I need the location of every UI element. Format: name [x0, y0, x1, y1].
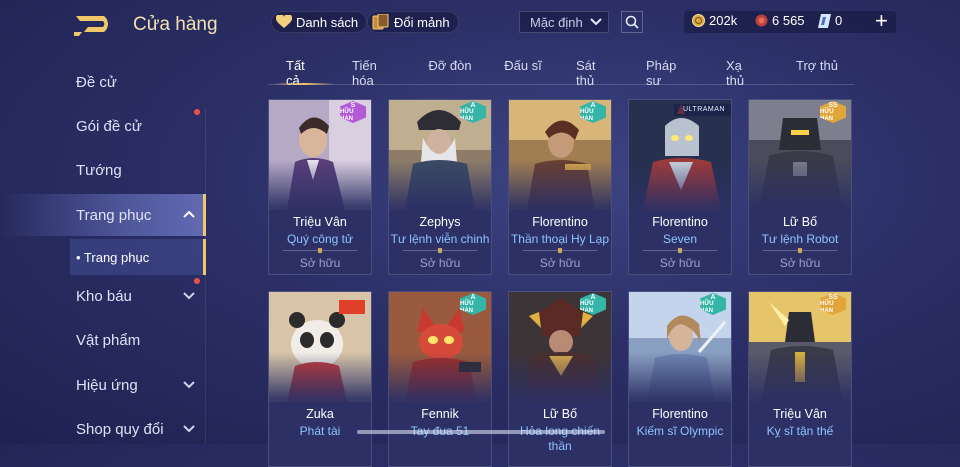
exchange-button[interactable]: Đổi mảnh: [367, 11, 459, 33]
skin-name: Tư lệnh viễn chinh: [390, 232, 490, 246]
ruby-amount: 6 565: [772, 13, 805, 28]
hero-name: Fennik: [421, 407, 459, 421]
hero-name: Florentino: [532, 215, 588, 229]
gold-coin-icon: [692, 14, 705, 27]
sidebar-item-bundles[interactable]: Gói đề cử: [0, 106, 206, 146]
top-bar: Cửa hàng Danh sách Đổi mảnh Mặc định 202…: [0, 0, 960, 44]
ruby-balance: 6 565: [755, 13, 805, 28]
skin-card[interactable]: A HỮU HẠN Zephys Tư lệnh viễn chinh Sở hữ…: [388, 99, 492, 275]
gold-amount: 202k: [709, 13, 738, 28]
sidebar-item-label: Trang phục: [76, 206, 152, 224]
sidebar-item-label: Hiệu ứng: [76, 376, 138, 394]
list-button-label: Danh sách: [296, 14, 359, 30]
sidebar-item-label: Vật phẩm: [76, 331, 141, 349]
sort-value: Mặc định: [530, 14, 583, 30]
sidebar-subitem-skins[interactable]: • Trang phục: [70, 239, 206, 275]
hero-name: Zuka: [306, 407, 334, 421]
card-separator: [643, 248, 717, 253]
ruby-icon: [755, 14, 768, 27]
skin-card[interactable]: ULTRAMAN Florentino Seven Sở hữu: [628, 99, 732, 275]
chevron-down-icon: [590, 18, 602, 26]
skin-card[interactable]: A HỮU HẠN Florentino Kiếm sĩ Olympic: [628, 291, 732, 467]
hero-name: Triệu Vân: [293, 215, 347, 229]
back-logo-icon[interactable]: [74, 12, 118, 36]
owned-status: Sở hữu: [539, 256, 581, 270]
skin-name: Quý công tử: [286, 232, 354, 246]
owned-status: Sở hữu: [659, 256, 701, 270]
voucher-icon: [818, 13, 831, 28]
skin-card[interactable]: Zuka Phát tài: [268, 291, 372, 467]
sidebar: Đề cử Gói đề cử Tướng Trang phục • Trang…: [0, 60, 206, 444]
sidebar-item-effects[interactable]: Hiệu ứng: [0, 365, 206, 405]
hero-name: Lữ Bố: [542, 407, 578, 421]
skin-card[interactable]: AHỮU HẠN Fennik Tay đua 51: [388, 291, 492, 467]
owned-status: Sở hữu: [779, 256, 821, 270]
sidebar-item-label: Tướng: [76, 161, 122, 179]
sidebar-item-exchange-shop[interactable]: Shop quy đổi: [0, 409, 206, 449]
tab-all[interactable]: Tất cả: [274, 58, 334, 88]
skin-card[interactable]: A HỮU HẠN Florentino Thần thoại Hy Lạp Sở…: [508, 99, 612, 275]
voucher-amount: 0: [835, 13, 843, 28]
skin-card[interactable]: SS HỮU HẠN Triệu Vân Kỵ sĩ tận thế: [748, 291, 852, 467]
card-separator: [763, 248, 837, 253]
tab-tank[interactable]: Đỡ đòn: [428, 58, 472, 84]
hero-name: Triệu Vân: [773, 407, 827, 421]
scroll-indicator[interactable]: [357, 430, 605, 434]
skin-name: Kiếm sĩ Olympic: [636, 424, 724, 438]
sidebar-item-treasure[interactable]: Kho báu: [0, 276, 206, 316]
sort-select[interactable]: Mặc định: [519, 11, 609, 33]
chevron-down-icon: [183, 292, 195, 300]
notification-dot: [194, 278, 200, 284]
card-separator: [283, 248, 357, 253]
skin-name: Thần thoại Hy Lạp: [510, 232, 610, 246]
sidebar-item-label: Đề cử: [76, 73, 117, 91]
sidebar-item-featured[interactable]: Đề cử: [0, 62, 206, 102]
tab-mage[interactable]: Pháp sư: [646, 58, 692, 88]
hero-name: Florentino: [652, 407, 708, 421]
search-icon: [625, 15, 639, 29]
sidebar-item-label: Kho báu: [76, 287, 132, 305]
card-exchange-icon: [372, 14, 389, 30]
chevron-down-icon: [183, 425, 195, 433]
collab-tag: ULTRAMAN: [674, 104, 731, 116]
page-title: Cửa hàng: [133, 14, 218, 35]
skin-name: Hỏa long chiến thần: [520, 424, 600, 453]
tab-marksman[interactable]: Xạ thủ: [726, 58, 762, 88]
list-button[interactable]: Danh sách: [271, 11, 368, 33]
sidebar-item-label: Gói đề cử: [76, 117, 142, 135]
skin-name: Tư lệnh Robot: [761, 232, 839, 246]
skin-card[interactable]: AHỮU HẠN Lữ Bố Hỏa long chiến thần: [508, 291, 612, 467]
sidebar-item-label: Shop quy đổi: [76, 420, 164, 438]
heart-icon: [276, 15, 292, 28]
skin-card[interactable]: S HỮU HẠN Triệu Vân Quý công tử Sở hữu: [268, 99, 372, 275]
hero-name: Lữ Bố: [782, 215, 818, 229]
sidebar-item-heroes[interactable]: Tướng: [0, 150, 206, 190]
search-button[interactable]: [621, 11, 643, 33]
skin-name: Kỵ sĩ tận thế: [766, 424, 834, 438]
skin-name: Seven: [662, 232, 698, 246]
sidebar-item-skins[interactable]: Trang phục: [0, 194, 206, 236]
exchange-button-label: Đổi mảnh: [394, 14, 450, 30]
tab-evolution[interactable]: Tiến hóa: [352, 58, 400, 88]
skin-card[interactable]: SS HỮU HẠN Lữ Bố Tư lệnh Robot Sở hữu: [748, 99, 852, 275]
tab-support[interactable]: Trợ thủ: [796, 58, 838, 84]
notification-dot: [194, 109, 200, 115]
sidebar-item-items[interactable]: Vật phẩm: [0, 320, 206, 360]
hero-name: Zephys: [419, 215, 461, 229]
owned-status: Sở hữu: [299, 256, 341, 270]
card-separator: [523, 248, 597, 253]
card-separator: [403, 248, 477, 253]
add-currency-button[interactable]: +: [875, 8, 888, 34]
tab-assassin[interactable]: Sát thủ: [576, 58, 616, 88]
owned-status: Sở hữu: [419, 256, 461, 270]
chevron-down-icon: [183, 381, 195, 389]
voucher-balance: 0: [818, 13, 842, 28]
skin-name: Phát tài: [299, 424, 341, 438]
tab-fighter[interactable]: Đấu sĩ: [504, 58, 542, 84]
role-tabs: Tất cả Tiến hóa Đỡ đòn Đấu sĩ Sát thủ Ph…: [268, 58, 854, 88]
gold-balance: 202k: [692, 13, 737, 28]
hero-name: Florentino: [652, 215, 708, 229]
chevron-up-icon: [183, 210, 195, 218]
